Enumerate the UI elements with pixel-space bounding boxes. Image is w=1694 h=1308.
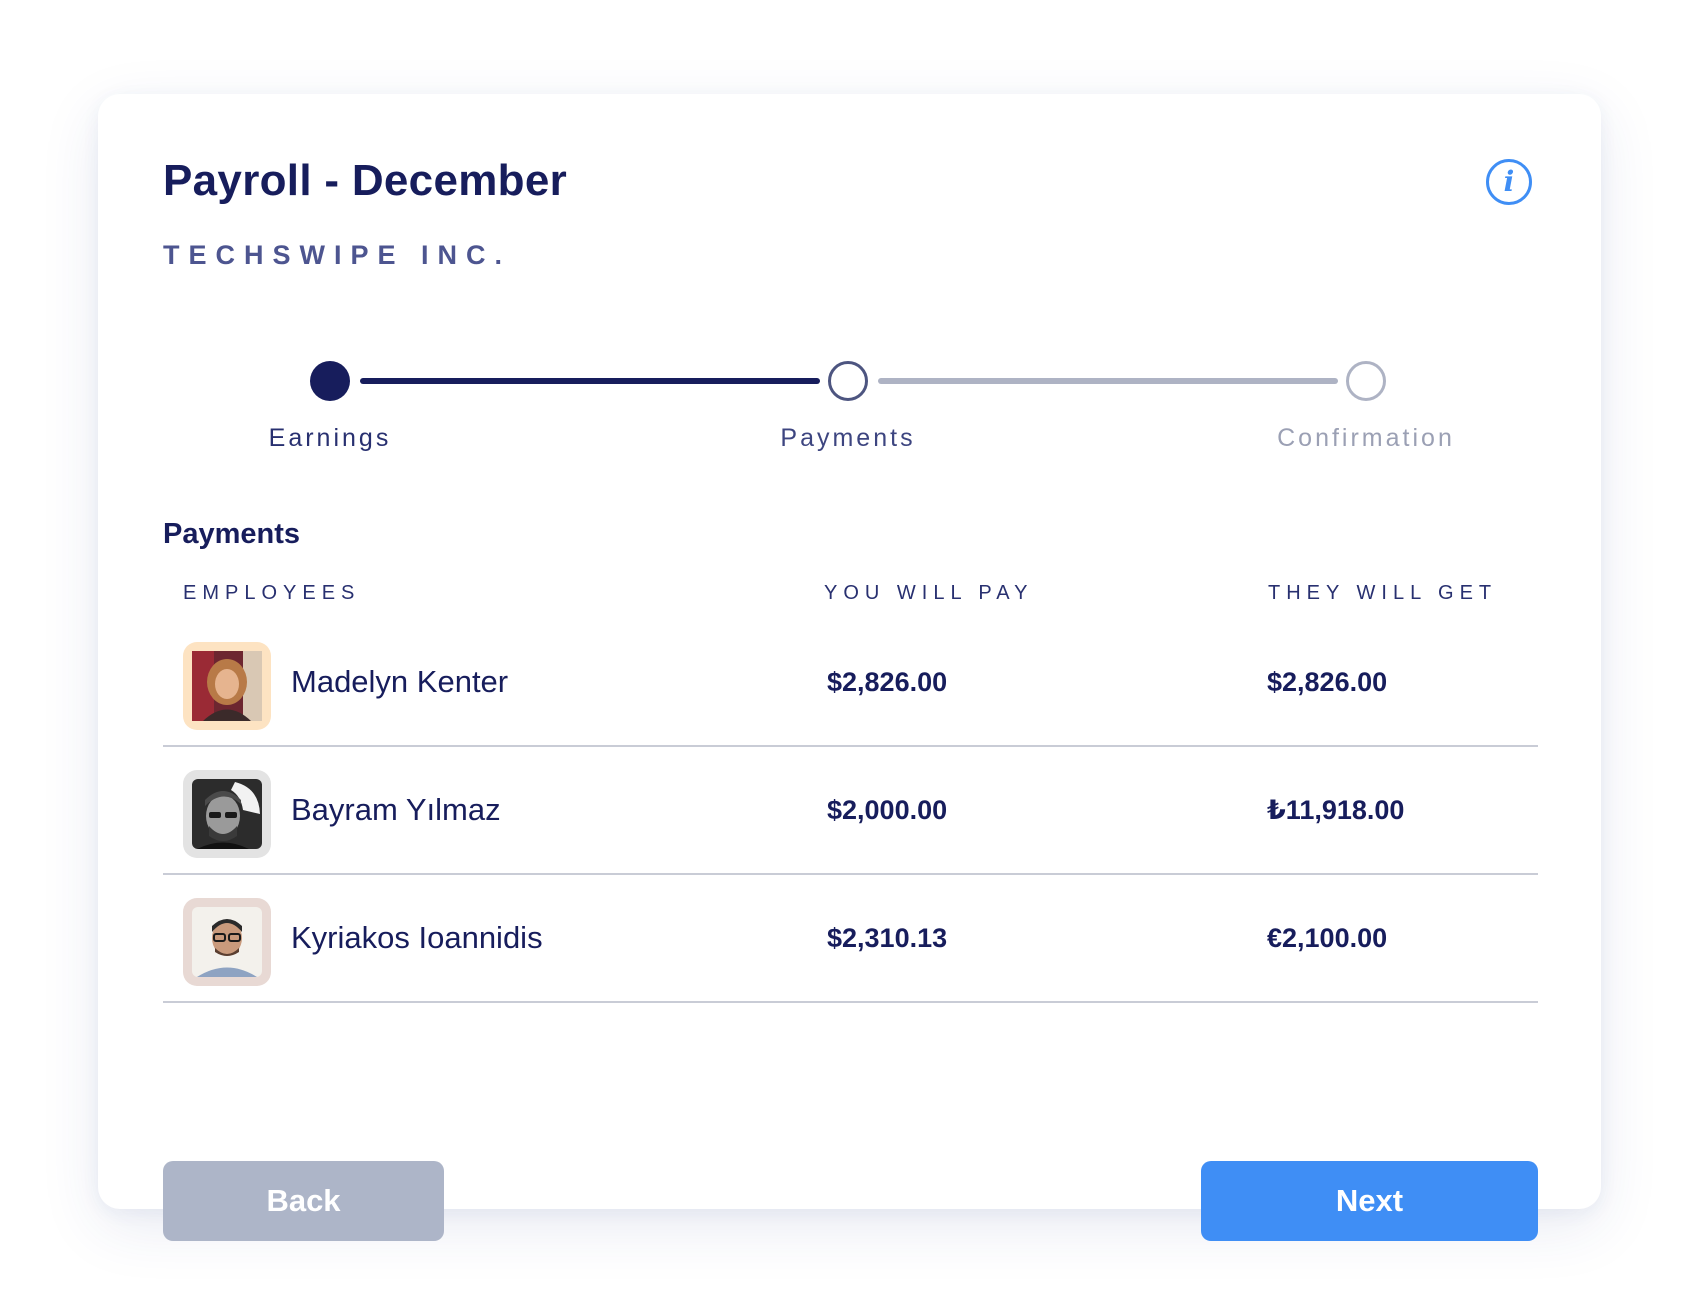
column-header-they-will-get: THEY WILL GET bbox=[1268, 582, 1498, 604]
next-button[interactable]: Next bbox=[1201, 1161, 1538, 1241]
payroll-card: Payroll - December TECHSWIPE INC. i Earn… bbox=[98, 94, 1601, 1241]
they-will-get-amount: $2,826.00 bbox=[1267, 667, 1388, 697]
step-confirmation-label[interactable]: Confirmation bbox=[1246, 424, 1486, 453]
avatar bbox=[183, 642, 271, 730]
step-payments-label[interactable]: Payments bbox=[728, 424, 968, 453]
avatar bbox=[183, 770, 271, 858]
page-title: Payroll - December bbox=[163, 156, 568, 205]
avatar bbox=[183, 898, 271, 986]
employee-name: Kyriakos Ioannidis bbox=[291, 920, 543, 955]
you-will-pay-amount: $2,000.00 bbox=[827, 795, 948, 825]
step-payments-dot[interactable] bbox=[828, 361, 868, 401]
they-will-get-amount: €2,100.00 bbox=[1267, 923, 1388, 953]
they-will-get-amount: ₺11,918.00 bbox=[1267, 795, 1405, 825]
table-row: Madelyn Kenter $2,826.00 $2,826.00 bbox=[163, 619, 1538, 747]
step-confirmation-dot[interactable] bbox=[1346, 361, 1386, 401]
payments-section-title: Payments bbox=[163, 518, 301, 550]
table-row: Bayram Yılmaz $2,000.00 ₺11,918.00 bbox=[163, 747, 1538, 875]
stepper-line-completed bbox=[360, 378, 820, 384]
column-header-you-will-pay: YOU WILL PAY bbox=[824, 582, 1034, 604]
info-icon[interactable]: i bbox=[1486, 159, 1532, 205]
stepper-line-upcoming bbox=[878, 378, 1338, 384]
company-name: TECHSWIPE INC. bbox=[163, 240, 512, 270]
you-will-pay-amount: $2,310.13 bbox=[827, 923, 948, 953]
step-earnings-dot[interactable] bbox=[310, 361, 350, 401]
column-header-employees: EMPLOYEES bbox=[183, 582, 361, 604]
table-row: Kyriakos Ioannidis $2,310.13 €2,100.00 bbox=[163, 875, 1538, 1003]
you-will-pay-amount: $2,826.00 bbox=[827, 667, 948, 697]
employee-name: Madelyn Kenter bbox=[291, 664, 509, 699]
back-button[interactable]: Back bbox=[163, 1161, 444, 1241]
step-earnings-label[interactable]: Earnings bbox=[210, 424, 450, 453]
employee-name: Bayram Yılmaz bbox=[291, 792, 501, 827]
